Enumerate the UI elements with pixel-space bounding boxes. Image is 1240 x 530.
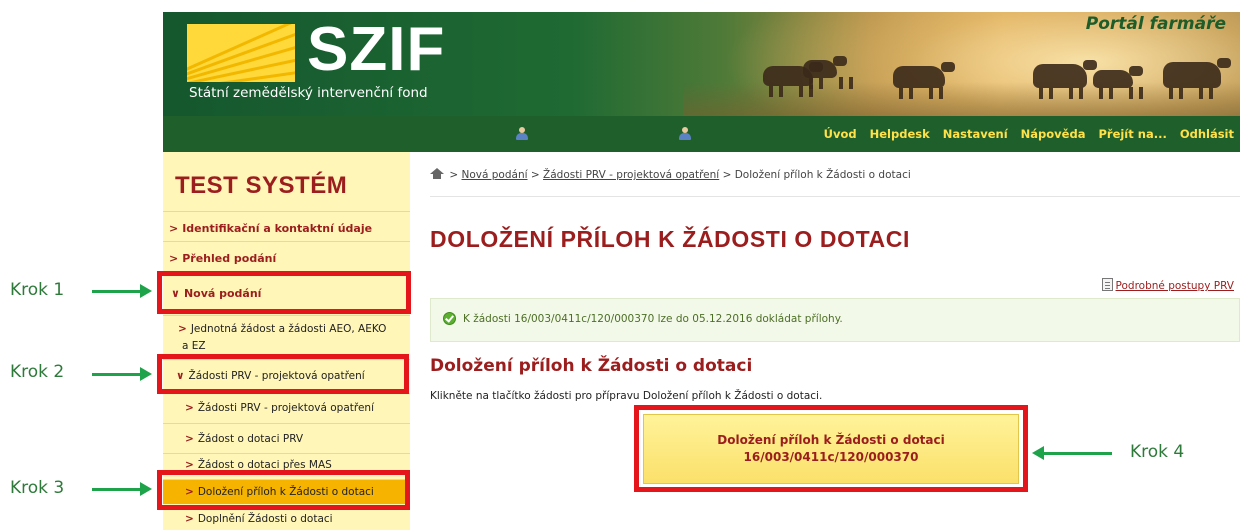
dolozeni-priloh-button[interactable]: Doložení příloh k Žádosti o dotaci 16/00… (643, 414, 1019, 484)
krok2-label: Krok 2 (10, 362, 65, 382)
nav-odhlasit[interactable]: Odhlásit (1180, 127, 1234, 141)
portal-title: Portál farmáře (1085, 14, 1226, 34)
cow-silhouette (1033, 60, 1097, 99)
nav-uvod[interactable]: Úvod (824, 127, 857, 141)
user-icon[interactable] (515, 127, 529, 141)
cow-silhouette (1163, 58, 1231, 99)
highlight-box-krok2 (157, 354, 409, 394)
button-application-number: 16/003/0411c/120/000370 (743, 450, 919, 464)
highlight-box-krok3 (157, 470, 410, 510)
top-navigation: Úvod Helpdesk Nastavení Nápověda Přejít … (163, 116, 1240, 152)
sidebar-item-zadosti-prv-sub[interactable]: > Žádosti PRV - projektová opatření (163, 393, 410, 423)
button-label: Doložení příloh k Žádosti o dotaci (717, 433, 945, 447)
banner-pasture (683, 82, 1240, 116)
nav-menu: Úvod Helpdesk Nastavení Nápověda Přejít … (824, 116, 1240, 152)
krok1-label: Krok 1 (10, 280, 65, 300)
nav-prejit-na[interactable]: Přejít na... (1098, 127, 1166, 141)
nav-nastaveni[interactable]: Nastavení (943, 127, 1008, 141)
nav-helpdesk[interactable]: Helpdesk (870, 127, 930, 141)
user-icon[interactable] (678, 127, 692, 141)
sidebar-item-doplneni-zadosti[interactable]: > Doplnění Žádosti o dotaci (163, 507, 410, 530)
header-banner: SZIF Státní zemědělský intervenční fond … (163, 12, 1240, 116)
instruction-text: Klikněte na tlačítko žádosti pro příprav… (430, 390, 823, 402)
krok1-arrow-icon (92, 284, 152, 298)
cow-silhouette (803, 56, 847, 89)
sidebar-item-prehled-podani[interactable]: > Přehled podání (163, 241, 410, 271)
breadcrumb-current: Doložení příloh k Žádosti o dotaci (734, 169, 911, 181)
page-title: DOLOŽENÍ PŘÍLOH K ŽÁDOSTI O DOTACI (430, 226, 910, 252)
sidebar-item-identifikacni-udaje[interactable]: > Identifikační a kontaktní údaje (163, 211, 410, 241)
krok4-label: Krok 4 (1130, 442, 1185, 462)
cow-silhouette (1093, 66, 1143, 99)
logo-name: SZIF (307, 15, 446, 84)
cow-silhouette (893, 62, 955, 99)
info-message: K žádosti 16/003/0411c/120/000370 lze do… (430, 298, 1240, 342)
breadcrumb-link-zadosti-prv[interactable]: Žádosti PRV - projektová opatření (543, 169, 719, 181)
sidebar-item-zadost-o-dotaci-prv[interactable]: > Žádost o dotaci PRV (163, 423, 410, 453)
divider (430, 196, 1240, 197)
document-icon (1101, 278, 1113, 291)
krok3-arrow-icon (92, 482, 152, 496)
info-message-text: K žádosti 16/003/0411c/120/000370 lze do… (463, 313, 843, 325)
home-icon[interactable] (430, 168, 444, 179)
sidebar-item-jednotna-zadost[interactable]: > Jednotná žádost a žádosti AEO, AEKO a E… (163, 315, 410, 355)
breadcrumb: > Nová podání > Žádosti PRV - projektová… (430, 168, 911, 181)
breadcrumb-link-nova-podani[interactable]: Nová podání (462, 169, 528, 181)
help-link-podrobne-postupy[interactable]: Podrobné postupy PRV (1101, 278, 1234, 292)
nav-napoveda[interactable]: Nápověda (1021, 127, 1086, 141)
szif-logo-icon (187, 24, 295, 82)
krok3-label: Krok 3 (10, 478, 65, 498)
section-title: Doložení příloh k Žádosti o dotaci (430, 356, 753, 376)
krok4-arrow-icon (1032, 446, 1112, 460)
check-circle-icon (443, 312, 456, 325)
highlight-box-krok1 (157, 271, 411, 314)
test-system-title: TEST SYSTÉM (175, 172, 348, 199)
logo-subtitle: Státní zemědělský intervenční fond (189, 85, 428, 101)
krok2-arrow-icon (92, 367, 152, 381)
